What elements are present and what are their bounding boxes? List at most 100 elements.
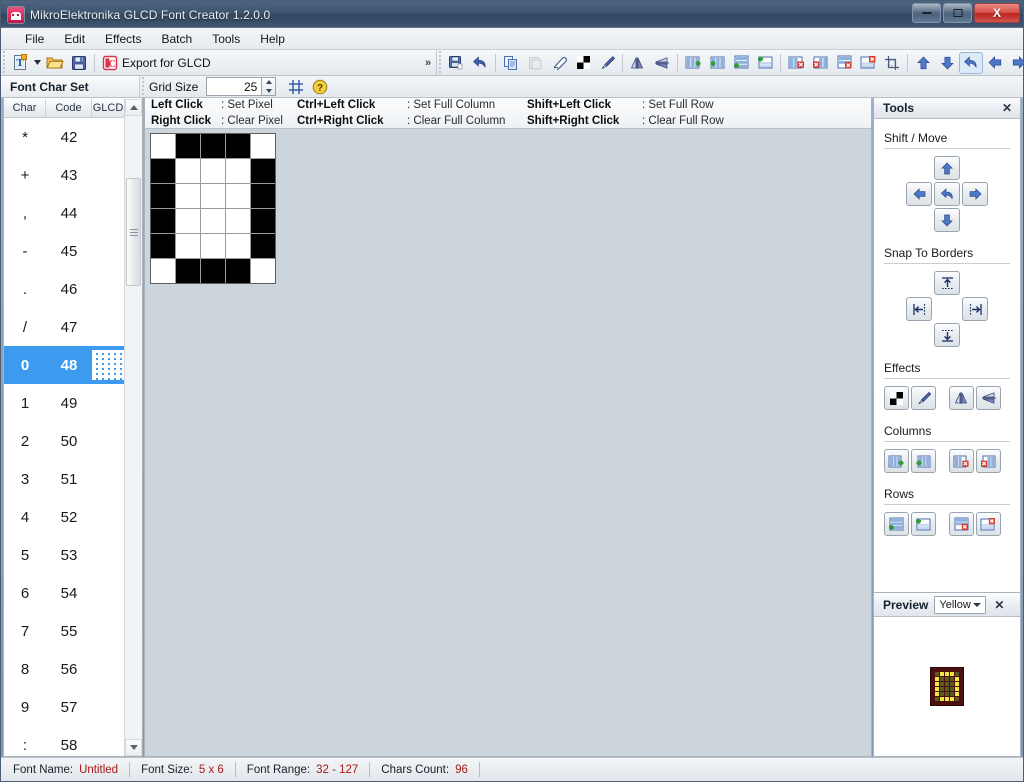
- pixel-cell[interactable]: [151, 259, 175, 283]
- charset-row[interactable]: 856: [4, 650, 124, 688]
- pixel-canvas-area[interactable]: [145, 129, 871, 756]
- pixel-cell[interactable]: [201, 184, 225, 208]
- preview-color-select[interactable]: Yellow: [934, 596, 986, 614]
- pixel-cell[interactable]: [176, 259, 200, 283]
- pixel-cell[interactable]: [201, 159, 225, 183]
- help-button[interactable]: ?: [308, 76, 332, 98]
- insert-column-right-button[interactable]: [705, 52, 729, 74]
- snap-right-button[interactable]: [962, 297, 988, 321]
- shift-down-button[interactable]: [935, 52, 959, 74]
- charset-row[interactable]: 048: [4, 346, 124, 384]
- pixel-cell[interactable]: [201, 209, 225, 233]
- insert-row-bottom-button[interactable]: [753, 52, 777, 74]
- pixel-cell[interactable]: [151, 134, 175, 158]
- scroll-track[interactable]: [125, 116, 142, 739]
- pixel-cell[interactable]: [176, 234, 200, 258]
- add-row-bottom-button[interactable]: [911, 512, 936, 536]
- pixel-cell[interactable]: [201, 259, 225, 283]
- delete-column-right-button[interactable]: [808, 52, 832, 74]
- tools-close-icon[interactable]: ✕: [1000, 101, 1014, 115]
- scroll-down-button[interactable]: [125, 739, 142, 756]
- charset-scrollbar[interactable]: [124, 99, 142, 756]
- charset-row[interactable]: :58: [4, 726, 124, 756]
- pixel-cell[interactable]: [251, 234, 275, 258]
- maximize-button[interactable]: [943, 3, 972, 23]
- pixel-cell[interactable]: [151, 184, 175, 208]
- scroll-up-button[interactable]: [125, 99, 142, 116]
- shift-move-right-button[interactable]: [962, 182, 988, 206]
- charset-row[interactable]: 654: [4, 574, 124, 612]
- open-font-button[interactable]: [43, 52, 67, 74]
- charset-row[interactable]: /47: [4, 308, 124, 346]
- snap-bottom-button[interactable]: [934, 323, 960, 347]
- pixel-cell[interactable]: [201, 234, 225, 258]
- effect-mirror-vertical-button[interactable]: [976, 386, 1001, 410]
- delete-row-bottom-button[interactable]: [856, 52, 880, 74]
- mirror-horizontal-button[interactable]: [626, 52, 650, 74]
- save-font-button[interactable]: [67, 52, 91, 74]
- charset-row[interactable]: *42: [4, 118, 124, 156]
- pixel-cell[interactable]: [176, 134, 200, 158]
- insert-row-top-button[interactable]: [729, 52, 753, 74]
- snap-left-button[interactable]: [906, 297, 932, 321]
- delete-column-right-tool-button[interactable]: [976, 449, 1001, 473]
- toolbar-grip-2[interactable]: [437, 50, 444, 75]
- grid-toggle-button[interactable]: [284, 76, 308, 98]
- scroll-thumb[interactable]: [126, 178, 141, 286]
- pixel-cell[interactable]: [226, 134, 250, 158]
- menu-tools[interactable]: Tools: [202, 30, 250, 48]
- paste-button[interactable]: [523, 52, 547, 74]
- pixel-cell[interactable]: [251, 184, 275, 208]
- column-header-char[interactable]: Char: [4, 99, 46, 117]
- crop-button[interactable]: [880, 52, 904, 74]
- pixel-cell[interactable]: [151, 209, 175, 233]
- shift-move-reset-button[interactable]: [934, 182, 960, 206]
- pixel-grid[interactable]: [150, 133, 276, 284]
- shift-move-left-button[interactable]: [906, 182, 932, 206]
- new-font-button[interactable]: T: [8, 52, 32, 74]
- pixel-cell[interactable]: [151, 159, 175, 183]
- charset-row[interactable]: 553: [4, 536, 124, 574]
- effect-mirror-horizontal-button[interactable]: [949, 386, 974, 410]
- grid-size-stepper[interactable]: [262, 77, 276, 96]
- add-row-top-button[interactable]: [884, 512, 909, 536]
- delete-row-bottom-tool-button[interactable]: [976, 512, 1001, 536]
- charset-row[interactable]: 149: [4, 384, 124, 422]
- effect-invert-button[interactable]: [884, 386, 909, 410]
- pixel-cell[interactable]: [151, 234, 175, 258]
- shift-right-button[interactable]: [1007, 52, 1024, 74]
- menu-file[interactable]: File: [15, 30, 54, 48]
- effect-fill-brush-button[interactable]: [911, 386, 936, 410]
- pixel-cell[interactable]: [251, 159, 275, 183]
- grid-size-input[interactable]: 25: [206, 77, 262, 96]
- shift-up-button[interactable]: [911, 52, 935, 74]
- minimize-button[interactable]: [912, 3, 941, 23]
- menu-help[interactable]: Help: [250, 30, 295, 48]
- pixel-cell[interactable]: [226, 159, 250, 183]
- pixel-cell[interactable]: [251, 259, 275, 283]
- eraser-button[interactable]: [547, 52, 571, 74]
- shift-move-down-button[interactable]: [934, 208, 960, 232]
- charset-row-list[interactable]: *42+43,44-45.46/470481492503514525536547…: [4, 118, 124, 756]
- charset-row[interactable]: 452: [4, 498, 124, 536]
- fill-brush-button[interactable]: [595, 52, 619, 74]
- snap-top-button[interactable]: [934, 271, 960, 295]
- pixel-cell[interactable]: [226, 184, 250, 208]
- new-font-dropdown-button[interactable]: [32, 52, 43, 74]
- preview-close-icon[interactable]: ✕: [992, 598, 1006, 612]
- delete-row-top-tool-button[interactable]: [949, 512, 974, 536]
- charset-row[interactable]: +43: [4, 156, 124, 194]
- insert-column-left-button[interactable]: [681, 52, 705, 74]
- pixel-cell[interactable]: [176, 209, 200, 233]
- pixel-cell[interactable]: [251, 209, 275, 233]
- pixel-cell[interactable]: [226, 209, 250, 233]
- grid-toolbar-grip[interactable]: [140, 76, 147, 97]
- pixel-cell[interactable]: [226, 259, 250, 283]
- export-glcd-label[interactable]: Export for GLCD: [122, 56, 219, 70]
- close-button[interactable]: X: [974, 3, 1020, 23]
- reset-rotate-button[interactable]: [959, 52, 983, 74]
- menu-edit[interactable]: Edit: [54, 30, 95, 48]
- undo-button[interactable]: [468, 52, 492, 74]
- toolbar-overflow-chevron[interactable]: »: [420, 52, 436, 74]
- column-header-code[interactable]: Code: [46, 99, 92, 117]
